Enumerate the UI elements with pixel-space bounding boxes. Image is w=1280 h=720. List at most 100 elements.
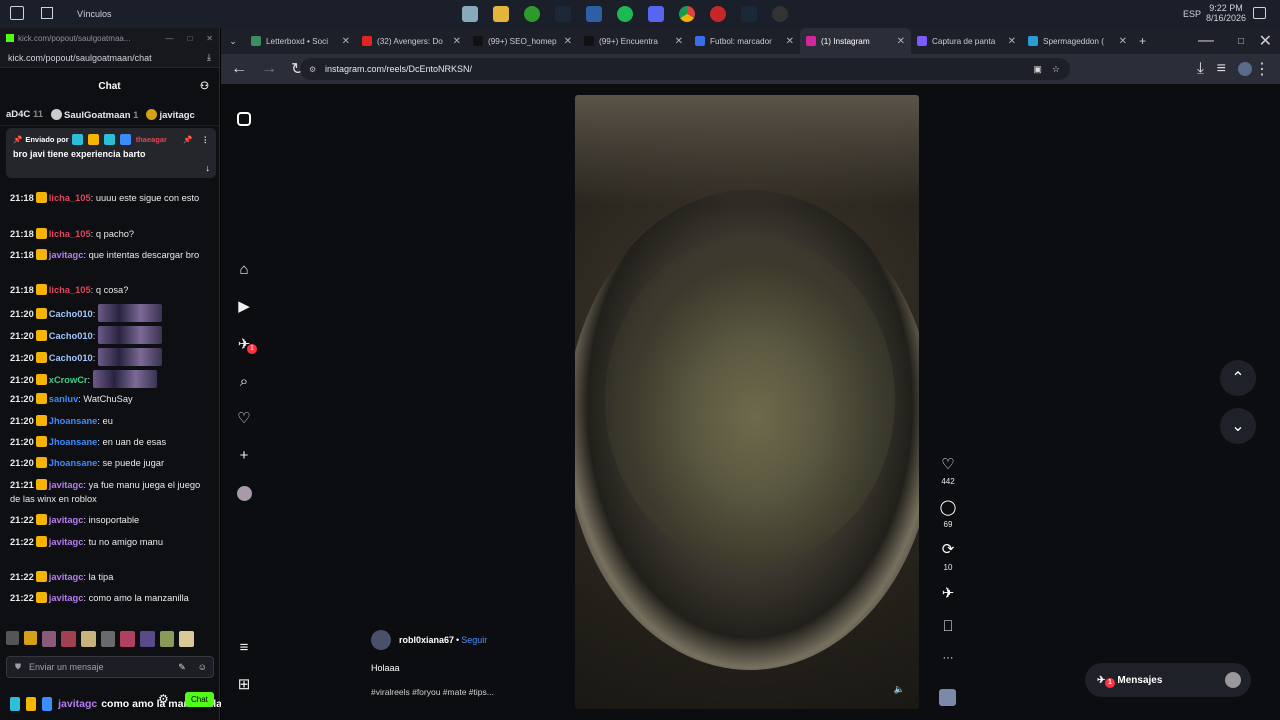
message-username[interactable]: Cacho010 — [49, 309, 93, 319]
comment-icon[interactable]: ◯ — [938, 498, 958, 516]
media-icon[interactable]: ≡ — [1217, 60, 1226, 78]
tab-item[interactable]: (1) Instagram ✕ — [800, 28, 911, 54]
tab-close-icon[interactable]: ✕ — [897, 36, 905, 47]
message-username[interactable]: sanluv — [49, 394, 78, 404]
audio-thumbnail[interactable] — [939, 689, 956, 706]
menu-icon[interactable]: ⋮ — [1254, 59, 1270, 79]
home-icon[interactable]: ⌂ — [235, 260, 253, 278]
share-icon[interactable]: ✈ — [938, 584, 958, 602]
chat-send-button[interactable]: Chat — [185, 692, 214, 707]
app-icon[interactable] — [462, 6, 478, 22]
url-field[interactable]: ⚙ instagram.com/reels/DcEntoNRKSN/ ▣ ☆ — [300, 58, 1070, 80]
window-close-icon[interactable]: ✕ — [1259, 31, 1272, 51]
tab-close-icon[interactable]: ✕ — [564, 36, 572, 47]
language-indicator[interactable]: ESP — [1183, 9, 1201, 19]
forward-icon[interactable]: → — [261, 60, 277, 78]
profile-avatar-icon[interactable] — [235, 484, 253, 502]
site-info-icon[interactable]: ⚙ — [309, 65, 316, 74]
tab-item[interactable]: Captura de panta ✕ — [911, 28, 1022, 54]
like-icon[interactable]: ♡ — [938, 455, 958, 473]
message-username[interactable]: javitagc — [49, 250, 84, 260]
minimize-icon[interactable]: — — [165, 34, 173, 43]
maximize-icon[interactable]: □ — [187, 34, 192, 43]
message-username[interactable]: javitagc — [49, 480, 84, 490]
tab-item[interactable]: Futbol: marcador ✕ — [689, 28, 800, 54]
clock[interactable]: 9:22 PM 8/16/2026 — [1206, 3, 1246, 23]
download-icon[interactable]: ⤓ — [207, 52, 211, 63]
previous-reel-button[interactable]: ⌃ — [1220, 360, 1256, 396]
expand-icon[interactable]: ↓ — [206, 163, 211, 173]
window-minimize-icon[interactable]: — — [1198, 32, 1214, 50]
tab-close-icon[interactable]: ✕ — [342, 36, 350, 47]
unpin-icon[interactable]: 📌 — [183, 135, 192, 144]
leaderboard-item[interactable]: javitagc — [146, 108, 195, 121]
next-reel-button[interactable]: ⌄ — [1220, 408, 1256, 444]
author-avatar[interactable] — [371, 630, 391, 650]
message-username[interactable]: licha_105 — [49, 229, 91, 239]
heart-icon[interactable]: ♡ — [235, 409, 253, 427]
message-username[interactable]: javitagc — [49, 593, 84, 603]
message-username[interactable]: licha_105 — [49, 285, 91, 295]
leaderboard-item[interactable]: aD4C 11 — [6, 109, 43, 120]
message-username[interactable]: Jhoansane — [49, 458, 98, 468]
chat-users-icon[interactable]: ⚇ — [200, 81, 209, 92]
tab-close-icon[interactable]: ✕ — [675, 36, 683, 47]
notifications-icon[interactable] — [1253, 7, 1266, 19]
more-menu-icon[interactable]: ≡ — [235, 638, 253, 656]
chat-input[interactable]: ⛊ Enviar un mensaje ✎ ☺ — [6, 656, 214, 678]
message-username[interactable]: javitagc — [49, 515, 84, 525]
chrome-icon[interactable] — [679, 6, 695, 22]
instagram-logo-icon[interactable] — [235, 110, 253, 128]
tab-close-icon[interactable]: ✕ — [453, 36, 461, 47]
messages-button[interactable]: ✈ 1 Mensajes — [1085, 663, 1251, 697]
emote-picker-icon[interactable]: ✎ — [178, 662, 186, 673]
tab-close-icon[interactable]: ✕ — [1008, 36, 1016, 47]
folder-icon[interactable] — [493, 6, 509, 22]
close-icon[interactable]: ✕ — [206, 34, 213, 43]
pinned-user[interactable]: thaeagar — [136, 135, 167, 144]
game-icon[interactable] — [772, 6, 788, 22]
more-icon[interactable]: ⋮ — [202, 135, 210, 144]
bookmark-star-icon[interactable]: ☆ — [1052, 64, 1060, 75]
search-icon[interactable]: ⌕ — [235, 372, 253, 390]
message-username[interactable]: Jhoansane — [49, 437, 98, 447]
message-username[interactable]: javitagc — [49, 572, 84, 582]
tab-close-icon[interactable]: ✕ — [786, 36, 794, 47]
author-username[interactable]: robl0xiana67 — [399, 635, 454, 645]
tab-item[interactable]: (99+) SEO_homep ✕ — [467, 28, 578, 54]
follow-button[interactable]: Seguir — [461, 635, 487, 645]
task-view-icon[interactable] — [41, 7, 53, 19]
windows-icon[interactable] — [10, 6, 24, 20]
reel-hashtags[interactable]: #viralreels #foryou #mate #tips... — [371, 687, 494, 697]
download-icon[interactable]: ⤓ — [1197, 60, 1204, 78]
message-username[interactable]: Cacho010 — [49, 353, 93, 363]
repost-icon[interactable]: ⟳ — [938, 540, 958, 558]
spotify-icon[interactable] — [617, 6, 633, 22]
discord-icon[interactable] — [648, 6, 664, 22]
network-app-icon[interactable] — [586, 6, 602, 22]
back-icon[interactable]: ← — [231, 60, 247, 78]
create-icon[interactable]: + — [235, 446, 253, 464]
message-username[interactable]: Jhoansane — [49, 416, 98, 426]
save-icon[interactable]: ⎕ — [938, 618, 958, 635]
mute-icon[interactable]: 🔈 — [894, 684, 905, 695]
tab-item[interactable]: Spermageddon (✕ — [1022, 28, 1133, 54]
reel-video[interactable]: 🔈 — [575, 95, 919, 709]
tab-item[interactable]: (99+) Encuentra ✕ — [578, 28, 689, 54]
tab-search-icon[interactable]: ⌄ — [221, 36, 245, 47]
window-maximize-icon[interactable]: □ — [1238, 36, 1244, 47]
new-tab-button[interactable]: + — [1139, 34, 1146, 48]
xbox-icon[interactable] — [524, 6, 540, 22]
kick-url-bar[interactable]: kick.com/popout/saulgoatmaan/chat ⤓ — [0, 48, 219, 68]
message-username[interactable]: javitagc — [49, 537, 84, 547]
app-red-icon[interactable] — [710, 6, 726, 22]
reels-icon[interactable]: ▶ — [235, 297, 253, 315]
emoji-icon[interactable]: ☺ — [198, 662, 207, 672]
threads-icon[interactable]: ⊞ — [235, 675, 253, 693]
settings-gear-icon[interactable]: ⚙ — [158, 692, 169, 706]
leaderboard-item[interactable]: SaulGoatmaan 1 — [50, 108, 138, 121]
message-username[interactable]: xCrowCr — [49, 375, 88, 385]
message-username[interactable]: licha_105 — [49, 193, 91, 203]
cast-icon[interactable]: ▣ — [1033, 64, 1042, 75]
steam-icon-2[interactable] — [741, 6, 757, 22]
